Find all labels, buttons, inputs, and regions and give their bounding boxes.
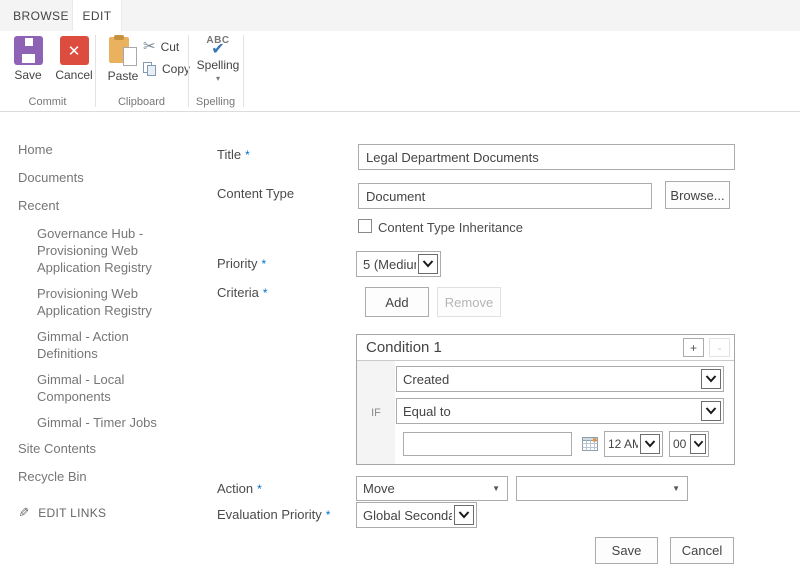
content-type-input[interactable]: [358, 183, 652, 209]
evaluation-priority-select[interactable]: Global Secondary: [356, 502, 477, 528]
ribbon-cancel-button[interactable]: ✕ Cancel: [52, 36, 96, 82]
evaluation-priority-field-label: Evaluation Priority*: [217, 507, 330, 522]
required-asterisk: *: [261, 257, 266, 271]
ribbon-cut-button[interactable]: ✂ Cut: [143, 39, 179, 54]
ribbon-paste-button[interactable]: Paste: [102, 36, 144, 83]
sharepoint-edit-rule-page: BROWSE EDIT Save ✕ Cancel Commit Paste ✂…: [0, 0, 800, 588]
form-save-button[interactable]: Save: [595, 537, 658, 564]
copy-icon: [143, 62, 157, 76]
title-input[interactable]: [358, 144, 735, 170]
clipboard-group-label: Clipboard: [95, 96, 188, 108]
commit-group-label: Commit: [0, 96, 95, 108]
criteria-remove-button[interactable]: Remove: [437, 287, 501, 317]
spelling-check-icon: ABC ✔: [206, 35, 229, 55]
condition-title: Condition 1: [366, 339, 678, 356]
action-target-select[interactable]: ▼: [516, 476, 688, 501]
paste-icon: [108, 36, 138, 66]
scissors-icon: ✂: [143, 39, 156, 54]
condition-field-select[interactable]: Created: [396, 366, 724, 392]
tab-edit[interactable]: EDIT: [72, 0, 122, 31]
required-asterisk: *: [263, 286, 268, 300]
criteria-add-button[interactable]: Add: [365, 287, 429, 317]
sidebar-item-gimmal-timer-jobs[interactable]: Gimmal - Timer Jobs: [37, 414, 171, 431]
cancel-icon: ✕: [60, 36, 89, 65]
condition-minute-select[interactable]: 00: [669, 431, 709, 457]
sidebar-item-site-contents[interactable]: Site Contents: [18, 440, 186, 457]
ribbon-copy-button[interactable]: Copy: [143, 62, 190, 76]
chevron-down-icon: [701, 401, 721, 421]
sidebar-item-home[interactable]: Home: [18, 141, 186, 158]
action-field-label: Action*: [217, 481, 262, 496]
condition-header: Condition 1 + -: [357, 335, 734, 361]
browse-button[interactable]: Browse...: [665, 181, 730, 209]
cut-label: Cut: [161, 40, 180, 54]
content-type-field-label: Content Type: [217, 186, 294, 201]
tab-browse[interactable]: BROWSE: [14, 0, 68, 31]
criteria-field-label: Criteria*: [217, 285, 268, 300]
chevron-down-icon: [454, 505, 474, 525]
condition-body: IF Created Equal to: [357, 361, 734, 464]
sidebar-item-recycle-bin[interactable]: Recycle Bin: [18, 468, 186, 485]
ribbon-tab-strip: BROWSE EDIT: [0, 0, 800, 31]
sidebar-item-gimmal-local-components[interactable]: Gimmal - Local Components: [37, 371, 171, 405]
sidebar-item-documents[interactable]: Documents: [18, 169, 186, 186]
dropdown-arrow-icon: ▼: [672, 484, 680, 493]
condition-date-input[interactable]: [403, 432, 572, 456]
pencil-icon: ✎: [18, 505, 29, 521]
title-field-label: Title*: [217, 147, 250, 162]
priority-select[interactable]: 5 (Medium): [356, 251, 441, 277]
copy-label: Copy: [162, 62, 190, 76]
condition-hour-select[interactable]: 12 AM: [604, 431, 663, 457]
ribbon-save-button[interactable]: Save: [8, 36, 48, 82]
edit-links-label: EDIT LINKS: [38, 506, 106, 520]
condition-panel: Condition 1 + - IF Created Equal to: [356, 334, 735, 465]
chevron-down-icon: [640, 434, 660, 454]
chevron-down-icon: [418, 254, 438, 274]
ribbon: Save ✕ Cancel Commit Paste ✂ Cut Copy Cl…: [0, 31, 800, 112]
quick-launch-nav: Home Documents Recent Governance Hub - P…: [18, 141, 186, 521]
group-divider: [243, 35, 244, 107]
save-label: Save: [14, 68, 41, 82]
cancel-label: Cancel: [55, 68, 92, 82]
priority-field-label: Priority*: [217, 256, 266, 271]
chevron-down-icon: [701, 369, 721, 389]
spelling-group-label: Spelling: [188, 96, 243, 108]
sidebar-item-provisioning-web-application-registry[interactable]: Provisioning Web Application Registry: [37, 285, 171, 319]
if-label: IF: [357, 361, 395, 464]
dropdown-arrow-icon: ▼: [492, 484, 500, 493]
calendar-icon[interactable]: [582, 436, 599, 452]
condition-add-button[interactable]: +: [683, 338, 704, 357]
spelling-label: Spelling: [197, 58, 240, 72]
paste-label: Paste: [108, 69, 139, 83]
condition-remove-button[interactable]: -: [709, 338, 730, 357]
content-type-inheritance-label: Content Type Inheritance: [378, 220, 523, 235]
save-icon: [14, 36, 43, 65]
condition-operator-select[interactable]: Equal to: [396, 398, 724, 424]
chevron-down-icon: [690, 434, 706, 454]
ribbon-spelling-button[interactable]: ABC ✔ Spelling ▾: [194, 35, 242, 82]
edit-links-button[interactable]: ✎ EDIT LINKS: [18, 505, 186, 521]
action-select[interactable]: Move ▼: [356, 476, 508, 501]
required-asterisk: *: [245, 148, 250, 162]
required-asterisk: *: [257, 482, 262, 496]
sidebar-item-gimmal-action-definitions[interactable]: Gimmal - Action Definitions: [37, 328, 171, 362]
chevron-down-icon: ▾: [216, 75, 220, 82]
required-asterisk: *: [326, 508, 331, 522]
form-cancel-button[interactable]: Cancel: [670, 537, 734, 564]
sidebar-item-recent[interactable]: Recent: [18, 197, 186, 214]
content-type-inheritance-checkbox[interactable]: [358, 219, 372, 233]
sidebar-item-governance-hub-provisioning-web-application-registry[interactable]: Governance Hub - Provisioning Web Applic…: [37, 225, 171, 276]
